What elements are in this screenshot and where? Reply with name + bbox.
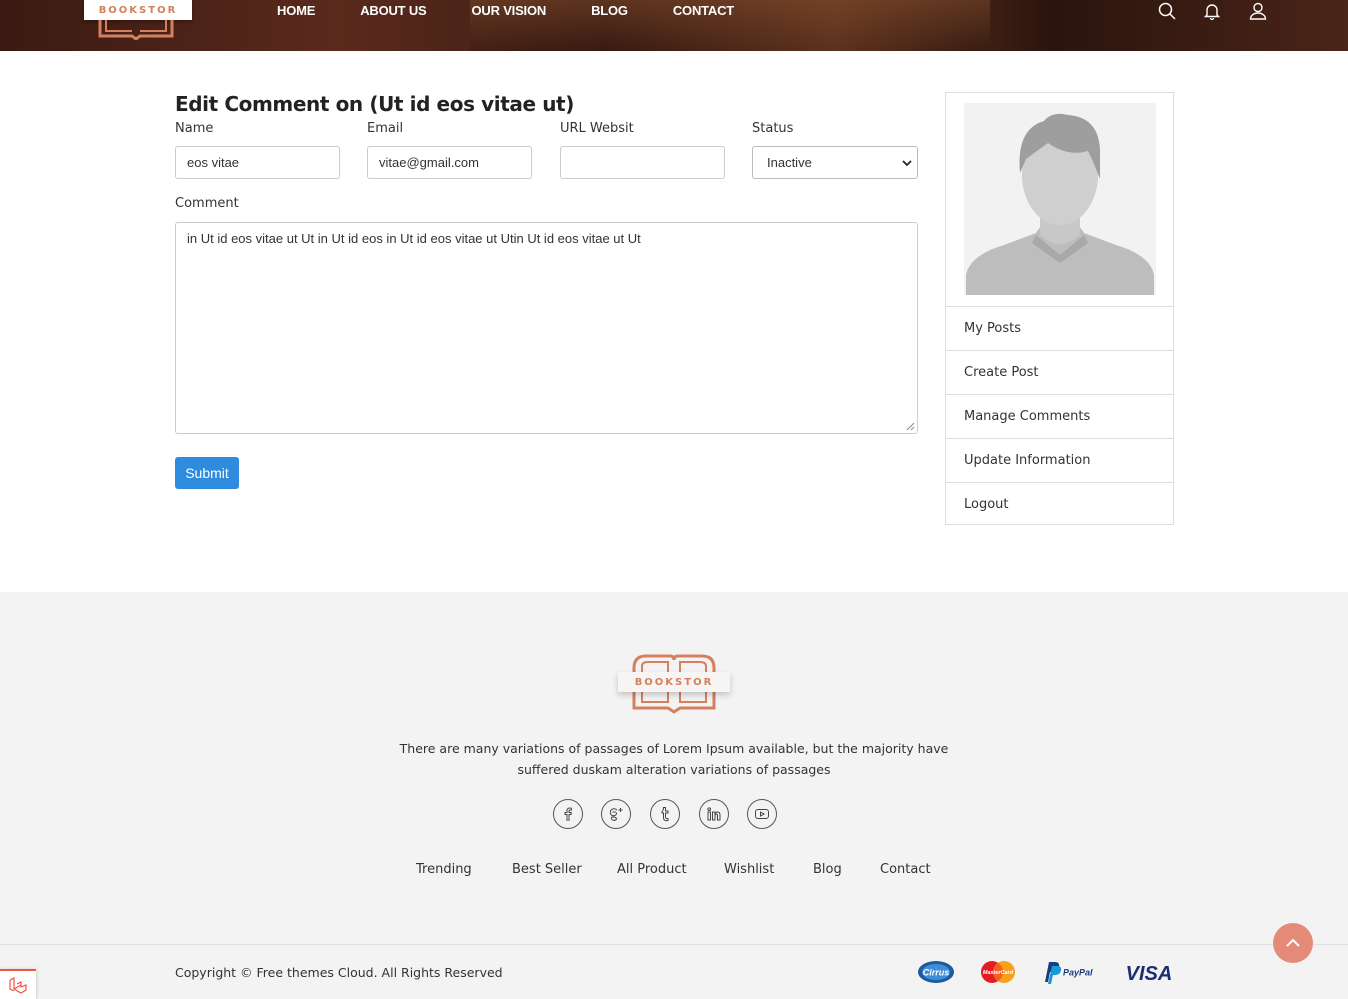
tumblr-icon — [661, 807, 669, 822]
name-field[interactable]: eos vitae — [175, 146, 340, 179]
debugbar-toggle[interactable] — [0, 969, 36, 999]
url-field[interactable] — [560, 146, 725, 179]
status-select[interactable]: Inactive — [752, 146, 918, 179]
account-sidebar: My Posts Create Post Manage Comments Upd… — [945, 92, 1174, 525]
paypal-label: PayPal — [1063, 968, 1093, 978]
nav-about-us[interactable]: ABOUT US — [360, 3, 426, 18]
footer-divider — [0, 944, 1348, 945]
email-field[interactable]: vitae@gmail.com — [367, 146, 532, 179]
site-footer: BOOKSTOR There are many variations of pa… — [0, 592, 1348, 999]
site-logo[interactable]: BOOKSTOR — [84, 0, 192, 20]
bell-icon[interactable] — [1203, 2, 1221, 20]
footer-logo[interactable]: BOOKSTOR — [618, 672, 730, 692]
search-icon[interactable] — [1158, 2, 1176, 20]
comment-text: in Ut id eos vitae ut Ut in Ut id eos in… — [187, 231, 641, 246]
url-label: URL Websit — [560, 121, 634, 136]
nav-contact[interactable]: CONTACT — [673, 3, 734, 18]
avatar — [964, 103, 1156, 295]
resize-handle-icon[interactable] — [906, 422, 915, 431]
facebook-icon — [564, 807, 572, 821]
comment-label: Comment — [175, 196, 239, 211]
footer-link-best-seller[interactable]: Best Seller — [512, 862, 582, 877]
email-label: Email — [367, 121, 404, 136]
default-user-avatar-icon — [966, 113, 1154, 295]
main-nav: HOME ABOUT US OUR VISION BLOG CONTACT — [277, 3, 779, 18]
logo-text: BOOKSTOR — [98, 5, 178, 16]
tumblr-link[interactable] — [650, 799, 680, 829]
mastercard-card-label: MasterCard — [983, 970, 1014, 976]
footer-link-trending[interactable]: Trending — [416, 862, 472, 877]
footer-link-blog[interactable]: Blog — [813, 862, 842, 877]
visa-card-icon: VISA — [1126, 963, 1173, 985]
youtube-icon — [755, 809, 769, 819]
status-selected-value: Inactive — [767, 155, 812, 170]
comment-textarea[interactable]: in Ut id eos vitae ut Ut in Ut id eos in… — [175, 222, 918, 434]
site-header: BOOKSTOR HOME ABOUT US OUR VISION BLOG C… — [0, 0, 1348, 51]
cirrus-card-label: Cirrus — [923, 968, 950, 978]
user-icon[interactable] — [1249, 2, 1267, 20]
nav-blog[interactable]: BLOG — [591, 3, 628, 18]
google-plus-link[interactable] — [601, 799, 631, 829]
footer-link-wishlist[interactable]: Wishlist — [724, 862, 774, 877]
chevron-down-icon — [902, 160, 912, 167]
page-title: Edit Comment on (Ut id eos vitae ut) — [175, 92, 574, 116]
youtube-link[interactable] — [747, 799, 777, 829]
cirrus-card-icon: Cirrus — [918, 961, 954, 983]
google-plus-icon — [609, 808, 623, 821]
status-label: Status — [752, 121, 794, 136]
logo-book-icon — [98, 20, 174, 40]
sidebar-item-logout[interactable]: Logout — [946, 482, 1173, 526]
visa-card-label: VISA — [1126, 963, 1173, 985]
paypal-icon: PayPal — [1045, 962, 1093, 984]
scroll-to-top-button[interactable] — [1273, 923, 1313, 963]
mastercard-card-icon: MasterCard — [981, 961, 1015, 983]
nav-our-vision[interactable]: OUR VISION — [472, 3, 547, 18]
footer-link-contact[interactable]: Contact — [880, 862, 931, 877]
laravel-icon — [9, 977, 27, 994]
chevron-up-icon — [1286, 938, 1300, 947]
facebook-link[interactable] — [553, 799, 583, 829]
footer-link-all-product[interactable]: All Product — [617, 862, 687, 877]
linkedin-link[interactable] — [699, 799, 729, 829]
sidebar-item-my-posts[interactable]: My Posts — [946, 306, 1173, 350]
linkedin-icon — [707, 807, 721, 821]
sidebar-menu: My Posts Create Post Manage Comments Upd… — [946, 306, 1173, 526]
copyright-text: Copyright © Free themes Cloud. All Right… — [175, 965, 503, 980]
nav-home[interactable]: HOME — [277, 3, 315, 18]
footer-logo-text: BOOKSTOR — [634, 677, 714, 688]
submit-button[interactable]: Submit — [175, 457, 239, 489]
sidebar-item-manage-comments[interactable]: Manage Comments — [946, 394, 1173, 438]
footer-description: There are many variations of passages of… — [399, 741, 949, 777]
sidebar-item-update-information[interactable]: Update Information — [946, 438, 1173, 482]
sidebar-item-create-post[interactable]: Create Post — [946, 350, 1173, 394]
name-label: Name — [175, 121, 214, 136]
